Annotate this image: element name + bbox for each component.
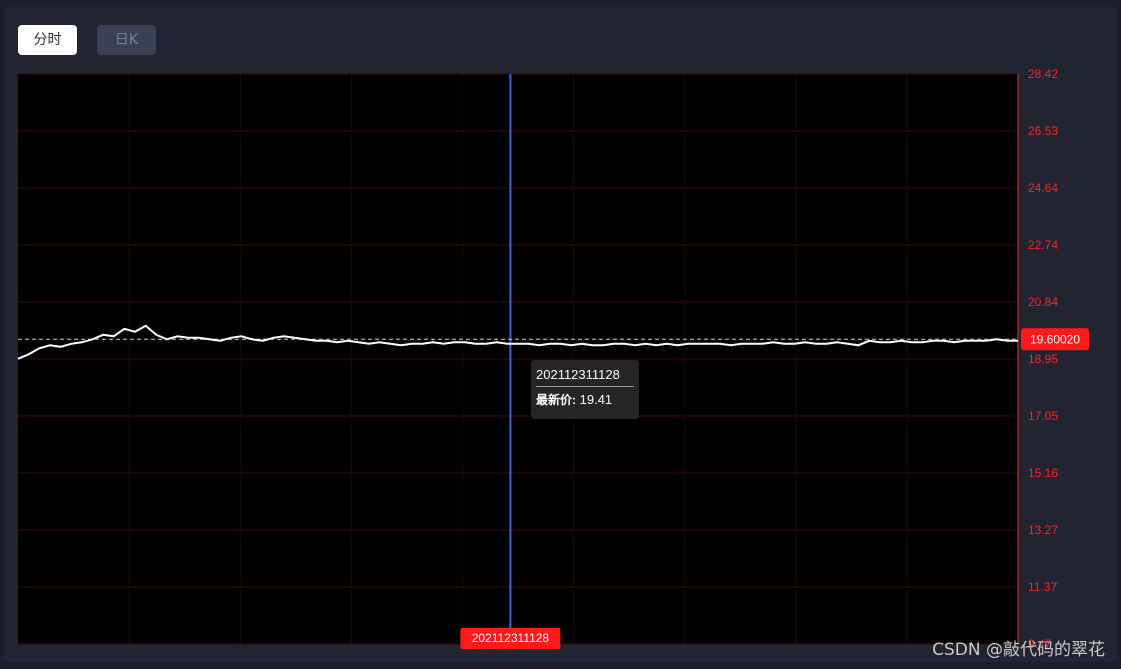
y-tick-label: 13.27	[1028, 523, 1058, 537]
tooltip-label: 最新价:	[536, 393, 576, 407]
reference-price-tag-label: 19.60020	[1030, 332, 1080, 346]
y-tick-label: 26.53	[1028, 124, 1058, 138]
watermark: CSDN @敲代码的翠花	[932, 640, 1105, 660]
price-chart[interactable]: 28.42 26.53 24.64 22.74 20.84 18.95 17.05 15.16…	[0, 0, 1121, 669]
y-tick-label: 15.16	[1028, 466, 1058, 480]
y-tick-label: 20.84	[1028, 295, 1058, 309]
y-tick-label: 18.95	[1028, 352, 1058, 366]
tooltip-title: 202112311128	[536, 366, 634, 387]
crosshair-x-tag-label: 202112311128	[472, 631, 550, 645]
tooltip-value: 19.41	[579, 392, 613, 407]
crosshair-tooltip: 202112311128 最新价: 19.41	[531, 360, 639, 419]
y-tick-label: 22.74	[1028, 238, 1058, 252]
y-tick-label: 28.42	[1028, 67, 1058, 81]
tooltip-row: 最新价: 19.41	[536, 390, 634, 410]
y-tick-label: 11.37	[1028, 580, 1057, 594]
y-tick-label: 24.64	[1028, 181, 1058, 195]
y-tick-label: 17.05	[1028, 409, 1058, 423]
